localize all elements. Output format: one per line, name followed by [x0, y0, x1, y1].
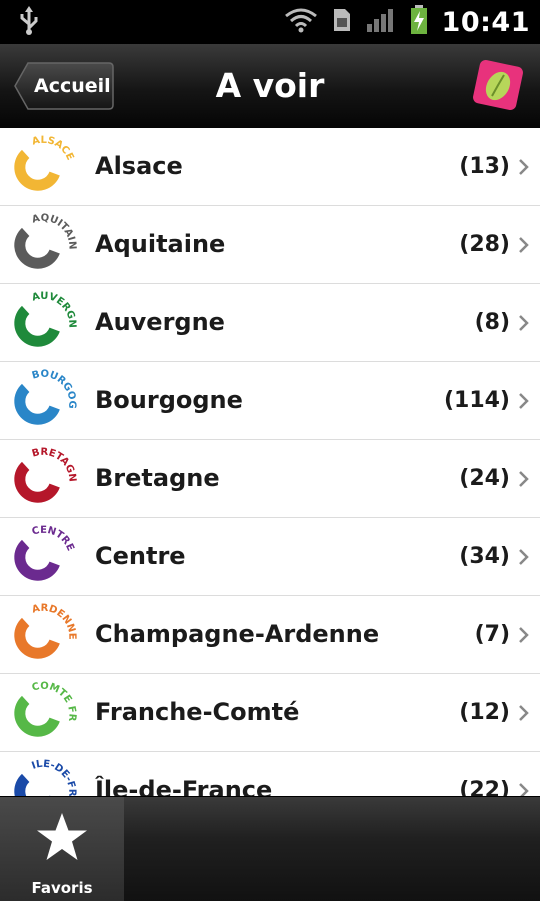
region-logo-icon: AQUITAINE — [8, 203, 79, 279]
signal-icon — [366, 7, 396, 38]
list-item[interactable]: AQUITAINE Aquitaine (28) — [0, 203, 540, 284]
wifi-icon — [284, 7, 318, 38]
region-name: Alsace — [95, 152, 183, 180]
region-count: (24) — [459, 466, 510, 491]
bottom-tab-bar: Favoris — [0, 796, 540, 901]
region-count: (22) — [459, 778, 510, 796]
star-icon — [37, 813, 87, 860]
region-logo-icon: CENTRE — [11, 523, 79, 591]
region-name: Aquitaine — [95, 230, 226, 258]
region-logo-icon: ILE-DE-FRANCE — [7, 749, 79, 796]
region-name: Centre — [95, 542, 186, 570]
svg-text:CENTRE: CENTRE — [31, 525, 76, 553]
region-logo-icon: BRETAGNE — [8, 437, 79, 513]
back-button-label: Accueil — [34, 75, 111, 97]
chevron-right-icon — [518, 392, 530, 415]
region-count: (7) — [474, 622, 510, 647]
chevron-right-icon — [518, 470, 530, 493]
region-name: Franche-Comté — [95, 698, 300, 726]
region-logo-icon: COMTE FRANCHE — [7, 671, 79, 747]
region-count: (8) — [474, 310, 510, 335]
chevron-right-icon — [518, 158, 530, 181]
title-bar: Accueil A voir — [0, 44, 540, 129]
chevron-right-icon — [518, 314, 530, 337]
region-name: Champagne-Ardenne — [95, 620, 380, 648]
usb-icon — [18, 6, 40, 41]
tab-favorites[interactable]: Favoris — [0, 797, 124, 901]
back-button[interactable]: Accueil — [14, 62, 114, 110]
region-logo-icon: BOURGOGNE — [7, 359, 79, 435]
sim-card-icon — [332, 7, 352, 38]
region-count: (13) — [459, 154, 510, 179]
list-item[interactable]: CENTRE Centre (34) — [0, 518, 540, 596]
chevron-right-icon — [518, 548, 530, 571]
battery-charging-icon — [410, 4, 428, 40]
list-item[interactable]: ILE-DE-FRANCE Île-de-France (22) — [0, 749, 540, 796]
region-name: Île-de-France — [95, 776, 273, 796]
page-title: A voir — [215, 66, 325, 105]
chevron-right-icon — [518, 236, 530, 259]
svg-text:ALSACE: ALSACE — [31, 135, 76, 162]
region-logo-icon: ALSACE — [11, 133, 79, 201]
region-count: (114) — [443, 388, 510, 413]
list-item[interactable]: ALSACE Alsace (13) — [0, 128, 540, 206]
region-logo-icon: AUVERGNE — [8, 281, 79, 357]
region-name: Bourgogne — [95, 386, 243, 414]
list-item[interactable]: BRETAGNE Bretagne (24) — [0, 437, 540, 518]
clock: 10:41 — [441, 6, 530, 38]
app-logo-icon[interactable] — [470, 57, 526, 118]
region-logo-icon: ARDENNE CHAMPAGNE — [6, 593, 79, 669]
status-bar: 10:41 — [0, 0, 540, 44]
list-item[interactable]: COMTE FRANCHE Franche-Comté (12) — [0, 671, 540, 752]
region-list: ALSACE Alsace (13) AQUITAINE Aquitaine (28) AU… — [0, 128, 540, 796]
region-name: Bretagne — [95, 464, 220, 492]
tab-favorites-label: Favoris — [31, 879, 93, 897]
list-item[interactable]: AUVERGNE Auvergne (8) — [0, 281, 540, 362]
region-count: (34) — [459, 544, 510, 569]
list-item[interactable]: BOURGOGNE Bourgogne (114) — [0, 359, 540, 440]
region-count: (28) — [459, 232, 510, 257]
chevron-right-icon — [518, 704, 530, 727]
region-count: (12) — [459, 700, 510, 725]
region-name: Auvergne — [95, 308, 225, 336]
chevron-right-icon — [518, 626, 530, 649]
chevron-right-icon — [518, 782, 530, 796]
list-item[interactable]: ARDENNE CHAMPAGNE Champagne-Ardenne (7) — [0, 593, 540, 674]
